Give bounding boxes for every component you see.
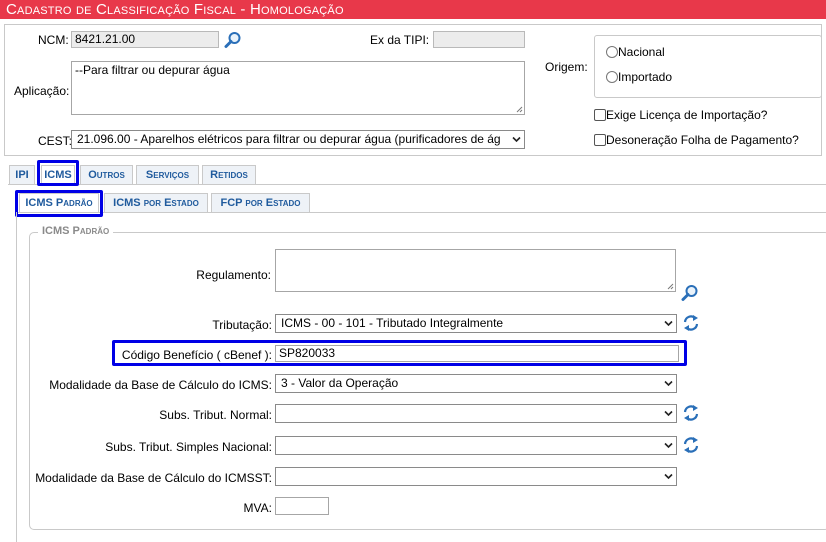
resize-handle-icon[interactable] bbox=[516, 106, 523, 113]
tab-outros[interactable]: Outros bbox=[80, 165, 133, 184]
window-title: Cadastro de Classificação Fiscal - Homol… bbox=[0, 0, 826, 19]
chevron-down-icon bbox=[664, 410, 673, 417]
chevron-down-icon bbox=[512, 136, 521, 143]
search-icon[interactable] bbox=[681, 284, 699, 302]
desoneracao-checkbox[interactable] bbox=[594, 134, 606, 146]
chevron-down-icon bbox=[664, 380, 673, 387]
subtab-icms-por-estado[interactable]: ICMS por Estado bbox=[104, 193, 208, 212]
refresh-icon[interactable] bbox=[682, 404, 700, 422]
icms-padrao-legend: ICMS Padrão bbox=[38, 225, 114, 237]
radio-nacional[interactable] bbox=[606, 46, 618, 58]
modalidade-bcst-label: Modalidade da Base de Cálculo do ICMSST: bbox=[35, 471, 272, 485]
desoneracao-label: Desoneração Folha de Pagamento? bbox=[606, 133, 799, 147]
tab-retidos[interactable]: Retidos bbox=[202, 165, 256, 184]
radio-importado[interactable] bbox=[606, 71, 618, 83]
regulamento-label: Regulamento: bbox=[196, 268, 271, 282]
cest-label: CEST: bbox=[38, 134, 73, 148]
cest-select[interactable]: 21.096.00 - Aparelhos elétricos para fil… bbox=[71, 130, 525, 149]
search-icon[interactable] bbox=[224, 31, 242, 49]
mva-input[interactable] bbox=[275, 497, 329, 515]
licenca-checkbox[interactable] bbox=[594, 109, 606, 121]
subtab-fcp-por-estado[interactable]: FCP por Estado bbox=[211, 193, 310, 212]
aplicacao-label: Aplicação: bbox=[14, 84, 70, 98]
resize-handle-icon[interactable] bbox=[667, 283, 674, 290]
origem-nacional-option[interactable]: Nacional bbox=[606, 45, 665, 59]
mva-label: MVA: bbox=[243, 501, 272, 515]
licenca-label: Exige Licença de Importação? bbox=[606, 108, 768, 122]
origem-importado-label: Importado bbox=[618, 70, 673, 84]
tab-ipi[interactable]: IPI bbox=[9, 165, 35, 184]
refresh-icon[interactable] bbox=[682, 314, 700, 332]
subs-simples-label: Subs. Tribut. Simples Nacional: bbox=[105, 440, 272, 454]
ncm-field[interactable]: 8421.21.00 bbox=[71, 31, 219, 48]
refresh-icon[interactable] bbox=[682, 436, 700, 454]
tab-servicos[interactable]: Serviços bbox=[136, 165, 199, 184]
codigo-beneficio-input[interactable]: SP820033 bbox=[275, 345, 679, 362]
cest-value: 21.096.00 - Aparelhos elétricos para fil… bbox=[77, 132, 501, 146]
tabs-divider bbox=[8, 184, 826, 185]
modalidade-bc-value: 3 - Valor da Operação bbox=[281, 376, 399, 390]
chevron-down-icon bbox=[664, 320, 673, 327]
desoneracao-check-row[interactable]: Desoneração Folha de Pagamento? bbox=[594, 133, 799, 147]
modalidade-bc-label: Modalidade da Base de Cálculo do ICMS: bbox=[49, 378, 272, 392]
ex-tipi-label: Ex da TIPI: bbox=[370, 33, 430, 47]
ex-tipi-field[interactable] bbox=[433, 31, 525, 48]
tributacao-select[interactable]: ICMS - 00 - 101 - Tributado Integralment… bbox=[275, 314, 677, 333]
tributacao-label: Tributação: bbox=[212, 318, 272, 332]
tributacao-value: ICMS - 00 - 101 - Tributado Integralment… bbox=[281, 316, 504, 330]
origem-label: Origem: bbox=[545, 60, 588, 74]
modalidade-bc-select[interactable]: 3 - Valor da Operação bbox=[275, 374, 677, 393]
subs-normal-label: Subs. Tribut. Normal: bbox=[159, 408, 272, 422]
subs-normal-select[interactable] bbox=[275, 404, 677, 423]
aplicacao-textarea[interactable]: --Para filtrar ou depurar água bbox=[71, 61, 525, 115]
tab-icms-highlight bbox=[37, 160, 79, 186]
origem-importado-option[interactable]: Importado bbox=[606, 70, 672, 84]
origem-nacional-label: Nacional bbox=[618, 45, 665, 59]
aplicacao-value: --Para filtrar ou depurar água bbox=[75, 63, 230, 77]
codigo-beneficio-label: Código Benefício ( cBenef ): bbox=[121, 348, 272, 362]
regulamento-textarea[interactable] bbox=[275, 249, 676, 292]
subs-simples-select[interactable] bbox=[275, 436, 677, 455]
modalidade-bcst-select[interactable] bbox=[275, 467, 677, 486]
ncm-label: NCM: bbox=[38, 33, 69, 47]
chevron-down-icon bbox=[664, 473, 673, 480]
chevron-down-icon bbox=[664, 442, 673, 449]
licenca-check-row[interactable]: Exige Licença de Importação? bbox=[594, 108, 767, 122]
